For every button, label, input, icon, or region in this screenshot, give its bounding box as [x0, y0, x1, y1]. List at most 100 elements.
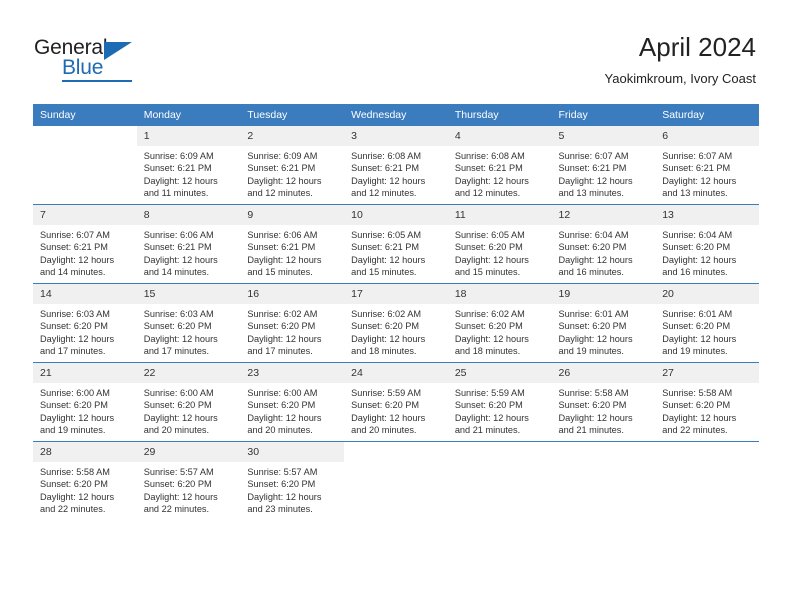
daylight-text: Daylight: 12 hours and 21 minutes. [558, 412, 633, 435]
day-details: Sunrise: 6:03 AM Sunset: 6:20 PM Daylight:… [33, 304, 137, 357]
calendar-day-cell[interactable]: 20 Sunrise: 6:01 AM Sunset: 6:20 PM Dayligh… [655, 283, 759, 363]
calendar-day-cell[interactable]: 30 Sunrise: 5:57 AM Sunset: 6:20 PM Dayligh… [240, 441, 345, 520]
page-subtitle: Yaokimkroum, Ivory Coast [604, 71, 756, 86]
calendar-day-cell[interactable]: 6 Sunrise: 6:07 AM Sunset: 6:21 PM Daylight… [655, 126, 759, 205]
calendar-day-cell[interactable]: 9 Sunrise: 6:06 AM Sunset: 6:21 PM Daylight… [240, 204, 345, 284]
daylight-text: Daylight: 12 hours and 23 minutes. [247, 491, 322, 514]
calendar-day-cell[interactable]: 1 Sunrise: 6:09 AM Sunset: 6:21 PM Daylight… [136, 126, 241, 205]
day-number [344, 442, 448, 462]
logo-text-blue: Blue [62, 56, 104, 79]
day-number: 16 [240, 284, 345, 304]
daylight-text: Daylight: 12 hours and 12 minutes. [247, 175, 322, 198]
weekday-header-wednesday: Wednesday [344, 104, 448, 126]
calendar-body: 1 Sunrise: 6:09 AM Sunset: 6:21 PM Daylight… [33, 126, 759, 520]
calendar-day-cell[interactable]: 2 Sunrise: 6:09 AM Sunset: 6:21 PM Daylight… [240, 126, 345, 205]
sunset-text: Sunset: 6:20 PM [143, 479, 212, 490]
sunset-text: Sunset: 6:20 PM [40, 479, 108, 490]
day-number: 5 [551, 126, 656, 146]
day-details: Sunrise: 6:08 AM Sunset: 6:21 PM Daylight:… [448, 146, 552, 199]
day-number: 6 [655, 126, 759, 146]
day-number: 4 [447, 126, 552, 146]
sunset-text: Sunset: 6:20 PM [351, 400, 420, 411]
day-details: Sunrise: 6:07 AM Sunset: 6:21 PM Daylight:… [655, 146, 759, 199]
sunrise-text: Sunrise: 6:05 AM [454, 230, 525, 240]
calendar-grid: Sunday Monday Tuesday Wednesday Thursday… [33, 104, 759, 520]
calendar-day-cell[interactable]: 21 Sunrise: 6:00 AM Sunset: 6:20 PM Dayligh… [33, 362, 137, 442]
day-number: 23 [240, 363, 345, 383]
calendar-day-cell[interactable]: 28 Sunrise: 5:58 AM Sunset: 6:20 PM Dayligh… [33, 441, 137, 520]
day-details: Sunrise: 6:00 AM Sunset: 6:20 PM Daylight:… [240, 383, 344, 436]
calendar-day-cell[interactable]: 26 Sunrise: 5:58 AM Sunset: 6:20 PM Dayligh… [551, 362, 656, 442]
sunset-text: Sunset: 6:21 PM [143, 242, 212, 253]
calendar-day-cell[interactable]: 3 Sunrise: 6:08 AM Sunset: 6:21 PM Daylight… [344, 126, 448, 205]
sunset-text: Sunset: 6:20 PM [454, 321, 523, 332]
day-number: 7 [33, 205, 137, 225]
calendar-day-cell[interactable]: 17 Sunrise: 6:02 AM Sunset: 6:20 PM Dayligh… [344, 283, 448, 363]
sunrise-text: Sunrise: 5:58 AM [40, 467, 110, 477]
day-details: Sunrise: 5:58 AM Sunset: 6:20 PM Daylight:… [552, 383, 656, 436]
sunset-text: Sunset: 6:20 PM [662, 321, 731, 332]
daylight-text: Daylight: 12 hours and 22 minutes. [662, 412, 737, 435]
daylight-text: Daylight: 12 hours and 16 minutes. [558, 254, 633, 277]
sunset-text: Sunset: 6:20 PM [351, 321, 420, 332]
calendar-day-cell[interactable]: 25 Sunrise: 5:59 AM Sunset: 6:20 PM Dayligh… [447, 362, 552, 442]
weekday-header-saturday: Saturday [655, 104, 759, 126]
day-details: Sunrise: 6:09 AM Sunset: 6:21 PM Daylight:… [137, 146, 241, 199]
calendar-day-cell[interactable]: 27 Sunrise: 5:58 AM Sunset: 6:20 PM Dayligh… [655, 362, 759, 442]
day-number: 14 [33, 284, 137, 304]
calendar-day-cell[interactable]: 4 Sunrise: 6:08 AM Sunset: 6:21 PM Daylight… [447, 126, 552, 205]
daylight-text: Daylight: 12 hours and 21 minutes. [454, 412, 529, 435]
sunrise-text: Sunrise: 5:58 AM [662, 388, 733, 398]
calendar-day-cell[interactable]: 12 Sunrise: 6:04 AM Sunset: 6:20 PM Dayligh… [551, 204, 656, 284]
sunrise-text: Sunrise: 6:05 AM [351, 230, 422, 240]
calendar-day-cell[interactable]: 5 Sunrise: 6:07 AM Sunset: 6:21 PM Daylight… [551, 126, 656, 205]
daylight-text: Daylight: 12 hours and 20 minutes. [143, 412, 218, 435]
calendar-day-cell[interactable]: 16 Sunrise: 6:02 AM Sunset: 6:20 PM Dayligh… [240, 283, 345, 363]
calendar-day-cell[interactable]: 18 Sunrise: 6:02 AM Sunset: 6:20 PM Dayligh… [447, 283, 552, 363]
sunrise-text: Sunrise: 5:59 AM [454, 388, 525, 398]
calendar-day-cell[interactable]: 24 Sunrise: 5:59 AM Sunset: 6:20 PM Dayligh… [344, 362, 448, 442]
day-details: Sunrise: 6:01 AM Sunset: 6:20 PM Daylight:… [655, 304, 759, 357]
daylight-text: Daylight: 12 hours and 17 minutes. [143, 333, 218, 356]
day-number: 27 [655, 363, 759, 383]
daylight-text: Daylight: 12 hours and 13 minutes. [662, 175, 737, 198]
sunrise-text: Sunrise: 6:06 AM [143, 230, 214, 240]
day-details: Sunrise: 6:02 AM Sunset: 6:20 PM Daylight:… [344, 304, 448, 357]
day-number: 3 [344, 126, 448, 146]
calendar-header-row: Sunday Monday Tuesday Wednesday Thursday… [33, 104, 759, 126]
calendar-day-cell[interactable]: 15 Sunrise: 6:03 AM Sunset: 6:20 PM Dayligh… [136, 283, 241, 363]
day-number: 25 [447, 363, 552, 383]
sunset-text: Sunset: 6:20 PM [558, 400, 627, 411]
calendar-day-cell[interactable]: 29 Sunrise: 5:57 AM Sunset: 6:20 PM Dayligh… [136, 441, 241, 520]
daylight-text: Daylight: 12 hours and 19 minutes. [40, 412, 115, 435]
logo-underline [62, 80, 132, 82]
calendar-day-cell[interactable]: 22 Sunrise: 6:00 AM Sunset: 6:20 PM Dayligh… [136, 362, 241, 442]
calendar-day-cell[interactable]: 23 Sunrise: 6:00 AM Sunset: 6:20 PM Dayligh… [240, 362, 345, 442]
day-number: 8 [136, 205, 241, 225]
sunset-text: Sunset: 6:21 PM [247, 242, 316, 253]
sunset-text: Sunset: 6:20 PM [662, 242, 731, 253]
day-number: 13 [655, 205, 759, 225]
calendar-day-cell[interactable]: 14 Sunrise: 6:03 AM Sunset: 6:20 PM Dayligh… [33, 283, 137, 363]
sunset-text: Sunset: 6:20 PM [454, 242, 523, 253]
calendar-day-cell[interactable]: 13 Sunrise: 6:04 AM Sunset: 6:20 PM Dayligh… [655, 204, 759, 284]
weekday-header-sunday: Sunday [33, 104, 137, 126]
day-details: Sunrise: 6:09 AM Sunset: 6:21 PM Daylight:… [240, 146, 344, 199]
sunrise-text: Sunrise: 5:58 AM [558, 388, 629, 398]
calendar-day-cell[interactable]: 19 Sunrise: 6:01 AM Sunset: 6:20 PM Dayligh… [551, 283, 656, 363]
sunset-text: Sunset: 6:21 PM [662, 163, 731, 174]
calendar-day-cell[interactable]: 7 Sunrise: 6:07 AM Sunset: 6:21 PM Daylight… [33, 204, 137, 284]
daylight-text: Daylight: 12 hours and 17 minutes. [40, 333, 115, 356]
weekday-header-friday: Friday [551, 104, 656, 126]
day-number: 30 [240, 442, 345, 462]
calendar-day-cell[interactable]: 8 Sunrise: 6:06 AM Sunset: 6:21 PM Daylight… [136, 204, 241, 284]
day-number: 2 [240, 126, 345, 146]
sunrise-text: Sunrise: 6:07 AM [40, 230, 110, 240]
sunrise-text: Sunrise: 5:59 AM [351, 388, 422, 398]
calendar-day-cell[interactable]: 10 Sunrise: 6:05 AM Sunset: 6:21 PM Dayligh… [344, 204, 448, 284]
sunset-text: Sunset: 6:20 PM [662, 400, 731, 411]
calendar-day-cell[interactable]: 11 Sunrise: 6:05 AM Sunset: 6:20 PM Dayligh… [447, 204, 552, 284]
day-details: Sunrise: 5:58 AM Sunset: 6:20 PM Daylight:… [655, 383, 759, 436]
day-details: Sunrise: 6:00 AM Sunset: 6:20 PM Daylight:… [137, 383, 241, 436]
sunrise-text: Sunrise: 6:04 AM [662, 230, 733, 240]
